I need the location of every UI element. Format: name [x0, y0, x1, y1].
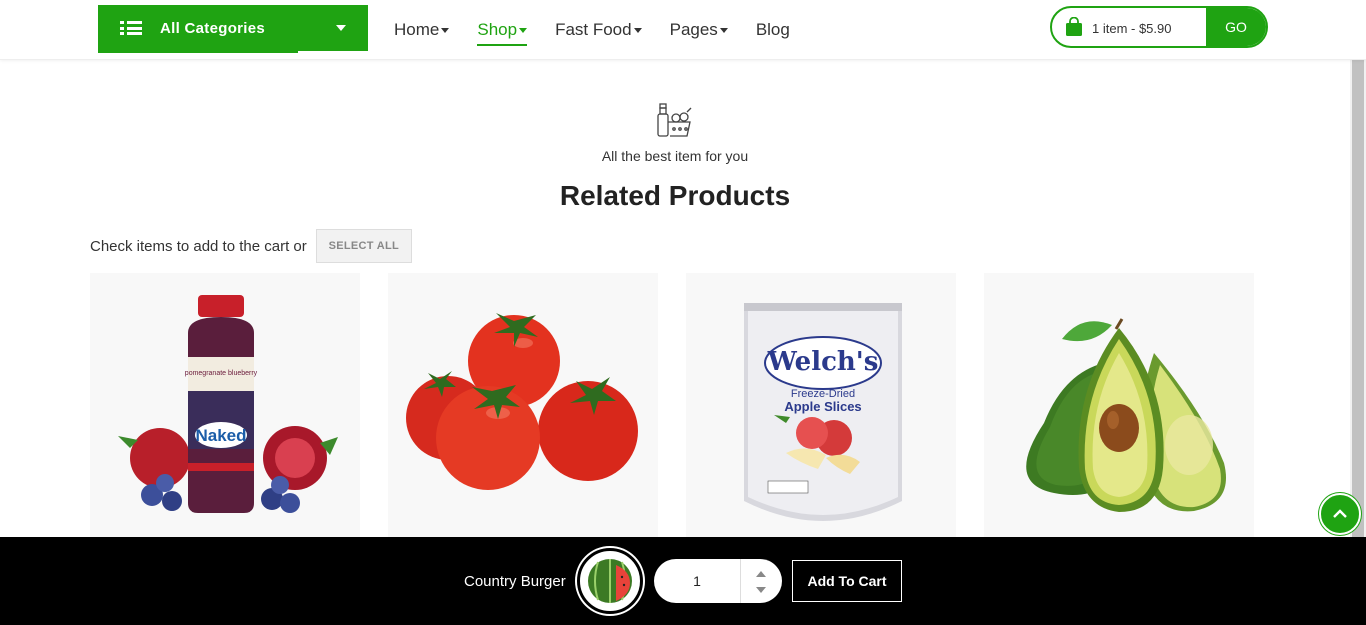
product-card-tomatoes[interactable] [388, 273, 658, 543]
header: All Categories Home Shop Fast Food Pages… [0, 0, 1366, 60]
increment-arrow-icon[interactable] [756, 571, 766, 577]
sticky-add-to-cart-bar: Country Burger 1 Add To Cart [0, 537, 1366, 625]
product-image-avocado [1026, 318, 1226, 512]
product-image-tomatoes [406, 313, 638, 490]
naked-logo-text: Naked [195, 426, 246, 445]
quantity-input[interactable]: 1 [654, 559, 740, 603]
mini-cart[interactable]: 1 item - $5.90 GO [1050, 6, 1268, 48]
check-items-row: Check items to add to the cart or SELECT… [90, 229, 412, 263]
scrollbar-thumb[interactable] [1352, 60, 1364, 540]
chevron-down-icon [336, 25, 346, 31]
nav-pages-label: Pages [669, 20, 718, 39]
naked-label-text: pomegranate blueberry [185, 370, 258, 377]
check-items-text: Check items to add to the cart or [90, 237, 307, 255]
caret-down-icon [519, 27, 528, 33]
nav-home[interactable]: Home [394, 19, 450, 41]
cart-summary: 1 item - $5.90 [1092, 21, 1172, 36]
sticky-product-name: Country Burger [464, 573, 566, 590]
caret-down-icon [441, 27, 450, 33]
nav-pages[interactable]: Pages [670, 19, 728, 41]
list-icon [120, 21, 142, 35]
caret-down-icon [719, 27, 728, 33]
caret-down-icon [633, 27, 642, 33]
nav-blog[interactable]: Blog [756, 19, 790, 41]
quantity-stepper[interactable]: 1 [654, 559, 782, 603]
nav-shop-label: Shop [477, 20, 518, 39]
product-card-avocado[interactable] [984, 273, 1254, 543]
product-card-welchs[interactable]: Welch's Freeze-Dried Apple Slices [686, 273, 956, 543]
section-title: Related Products [559, 180, 791, 211]
product-image-welchs: Welch's Freeze-Dried Apple Slices [744, 303, 902, 521]
go-button[interactable]: GO [1206, 8, 1266, 46]
product-card-naked-juice[interactable]: Naked pomegranate blueberry [90, 273, 360, 543]
all-categories-label: All Categories [160, 19, 266, 37]
watermelon-image [588, 559, 632, 603]
select-all-button[interactable]: SELECT ALL [315, 229, 412, 263]
add-to-cart-button[interactable]: Add To Cart [792, 560, 902, 602]
welchs-logo-text: Welch's [767, 347, 879, 377]
main-nav: Home Shop Fast Food Pages Blog [394, 19, 818, 46]
decrement-arrow-icon[interactable] [756, 587, 766, 593]
back-to-top-button[interactable] [1319, 493, 1361, 535]
all-categories-button[interactable]: All Categories [98, 5, 368, 53]
nav-fast-food-label: Fast Food [555, 20, 632, 39]
section-subtitle: All the best item for you [601, 148, 749, 164]
grocery-basket-icon [657, 103, 692, 137]
sticky-product-thumbnail [577, 548, 643, 614]
nav-home-label: Home [394, 20, 440, 39]
shopping-bag-icon [1066, 17, 1082, 36]
product-image-naked-juice: Naked pomegranate blueberry [118, 295, 338, 513]
nav-blog-label: Blog [755, 20, 790, 39]
welchs-product-text: Apple Slices [784, 399, 861, 414]
nav-fast-food[interactable]: Fast Food [555, 19, 642, 41]
nav-shop[interactable]: Shop [477, 19, 528, 46]
chevron-up-icon [1333, 509, 1347, 518]
